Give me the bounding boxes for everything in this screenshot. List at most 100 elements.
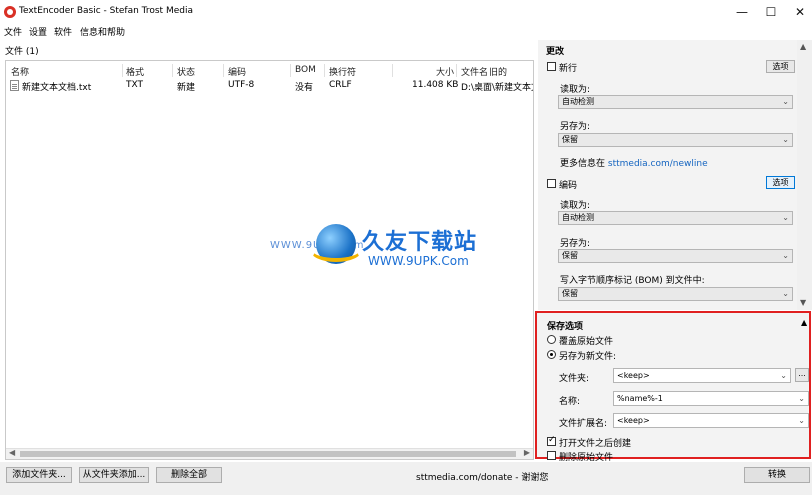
maximize-button[interactable]: ☐ xyxy=(755,0,787,24)
add-from-folder-button[interactable]: 从文件夹添加... xyxy=(79,467,149,483)
encoding-label[interactable]: 编码 xyxy=(559,178,577,191)
overwrite-label[interactable]: 覆盖原始文件 xyxy=(559,334,613,347)
scrollbar-thumb[interactable] xyxy=(20,451,516,457)
file-format-cell: TXT xyxy=(126,80,144,90)
encoding-checkbox[interactable] xyxy=(547,179,556,188)
scroll-up-icon[interactable]: ▲ xyxy=(800,42,806,51)
minimize-button[interactable]: — xyxy=(726,0,758,24)
overwrite-radio[interactable] xyxy=(547,335,556,344)
column-separator[interactable] xyxy=(172,64,173,77)
watermark-logo: WWW.9UPK.com 久友下载站 WWW.9UPK.Com xyxy=(270,222,500,272)
newline-save-value: 保留 xyxy=(562,135,578,144)
scroll-right-icon[interactable]: ▶ xyxy=(524,448,530,457)
newline-label[interactable]: 新行 xyxy=(559,61,577,74)
bom-label: 写入字节顺序标记 (BOM) 到文件中: xyxy=(560,276,705,286)
column-header-bom[interactable]: BOM xyxy=(295,65,316,75)
newline-read-value: 自动检测 xyxy=(562,97,594,106)
column-separator[interactable] xyxy=(324,64,325,77)
create-after-open-label[interactable]: 打开文件之后创建 xyxy=(559,436,631,449)
title-bar: TextEncoder Basic - Stefan Trost Media —… xyxy=(0,0,812,24)
watermark-brand: 久友下载站 xyxy=(362,230,478,255)
column-header-status[interactable]: 状态 xyxy=(177,65,195,78)
column-header-name[interactable]: 名称 xyxy=(11,65,29,78)
column-header-old[interactable]: 旧的 xyxy=(489,65,507,78)
file-encoding-cell: UTF-8 xyxy=(228,80,255,90)
file-path-cell: D:\桌面\新建文本文档 xyxy=(461,83,533,93)
column-separator[interactable] xyxy=(392,64,393,77)
window-title: TextEncoder Basic - Stefan Trost Media xyxy=(19,6,193,16)
file-name-cell: 新建文本文档.txt xyxy=(22,83,92,93)
chevron-down-icon: ⌄ xyxy=(782,213,789,222)
watermark-url: WWW.9UPK.Com xyxy=(368,254,469,268)
file-bom-cell: 没有 xyxy=(295,83,314,93)
newline-checkbox[interactable] xyxy=(547,62,556,71)
vertical-scrollbar[interactable]: ▲ ▼ xyxy=(797,40,812,310)
column-header-size[interactable]: 大小 xyxy=(436,65,454,78)
menu-software[interactable]: 软件 xyxy=(54,25,72,38)
encoding-save-select[interactable]: 保留 ⌄ xyxy=(558,249,793,263)
bom-value: 保留 xyxy=(562,289,578,298)
collapse-icon[interactable]: ▲ xyxy=(801,318,807,327)
donate-link[interactable]: sttmedia.com/donate - 谢谢您 xyxy=(416,470,548,483)
remove-all-button[interactable]: 删除全部 xyxy=(156,467,222,483)
folder-input[interactable]: <keep> ⌄ xyxy=(613,368,791,383)
column-separator[interactable] xyxy=(122,64,123,77)
newline-info-link[interactable]: sttmedia.com/newline xyxy=(608,159,708,169)
column-header-encoding[interactable]: 编码 xyxy=(228,65,246,78)
scroll-left-icon[interactable]: ◀ xyxy=(9,448,15,457)
horizontal-scrollbar[interactable]: ◀ ▶ xyxy=(6,448,533,459)
column-separator[interactable] xyxy=(290,64,291,77)
extension-label: 文件扩展名: xyxy=(559,419,608,429)
close-button[interactable]: ✕ xyxy=(784,0,812,24)
menu-file[interactable]: 文件 xyxy=(4,25,22,38)
menu-settings[interactable]: 设置 xyxy=(29,25,47,38)
changes-panel: 更改 新行 选项 读取为: 自动检测 ⌄ 另存为: 保留 ⌄ 更多信息在 stt… xyxy=(538,40,812,310)
files-count-header: 文件 (1) xyxy=(5,47,39,57)
encoding-read-value: 自动检测 xyxy=(562,213,594,222)
encoding-read-select[interactable]: 自动检测 ⌄ xyxy=(558,211,793,225)
text-file-icon xyxy=(10,80,19,91)
save-as-new-radio[interactable] xyxy=(547,350,556,359)
column-separator[interactable] xyxy=(456,64,457,77)
column-header-filename[interactable]: 文件名 xyxy=(461,65,488,78)
newline-read-label: 读取为: xyxy=(560,85,591,95)
swoosh-icon xyxy=(310,238,362,262)
folder-value: <keep> xyxy=(617,371,650,380)
encoding-save-value: 保留 xyxy=(562,251,578,260)
extension-input[interactable]: <keep> ⌄ xyxy=(613,413,809,428)
column-separator[interactable] xyxy=(223,64,224,77)
browse-folder-button[interactable]: ... xyxy=(795,368,809,382)
newline-options-button[interactable]: 选项 xyxy=(766,60,795,73)
file-status-cell: 新建 xyxy=(177,83,196,93)
create-after-open-checkbox[interactable] xyxy=(547,435,556,446)
newline-read-select[interactable]: 自动检测 ⌄ xyxy=(558,95,793,109)
menu-help[interactable]: 信息和帮助 xyxy=(80,25,125,38)
app-logo-icon xyxy=(4,6,16,18)
file-size-cell: 11.408 KB xyxy=(412,80,459,90)
name-value: %name%-1 xyxy=(617,394,663,403)
encoding-save-label: 另存为: xyxy=(560,239,591,249)
column-header-format[interactable]: 格式 xyxy=(126,65,144,78)
chevron-down-icon: ⌄ xyxy=(782,289,789,298)
chevron-down-icon[interactable]: ⌄ xyxy=(780,369,787,382)
column-header-linebreak[interactable]: 换行符 xyxy=(329,65,356,78)
chevron-down-icon: ⌄ xyxy=(782,251,789,260)
encoding-read-label: 读取为: xyxy=(560,201,591,211)
chevron-down-icon[interactable]: ⌄ xyxy=(798,392,805,405)
save-options-title: 保存选项 xyxy=(547,322,584,332)
name-label: 名称: xyxy=(559,397,581,407)
add-files-button[interactable]: 添加文件夹... xyxy=(6,467,72,483)
scroll-down-icon[interactable]: ▼ xyxy=(800,298,806,307)
more-info-prefix: 更多信息在 xyxy=(560,159,606,169)
save-options-section: 保存选项 ▲ 覆盖原始文件 另存为新文件: 文件夹: <keep> ⌄ ... … xyxy=(535,311,811,463)
save-as-new-label[interactable]: 另存为新文件: xyxy=(559,349,616,362)
bom-select[interactable]: 保留 ⌄ xyxy=(558,287,793,301)
newline-save-select[interactable]: 保留 ⌄ xyxy=(558,133,793,147)
convert-button[interactable]: 转换 xyxy=(744,467,810,483)
name-input[interactable]: %name%-1 ⌄ xyxy=(613,391,809,406)
delete-original-checkbox[interactable] xyxy=(547,451,556,460)
chevron-down-icon[interactable]: ⌄ xyxy=(798,414,805,427)
encoding-options-button[interactable]: 选项 xyxy=(766,176,795,189)
chevron-down-icon: ⌄ xyxy=(782,97,789,106)
folder-label: 文件夹: xyxy=(559,374,590,384)
